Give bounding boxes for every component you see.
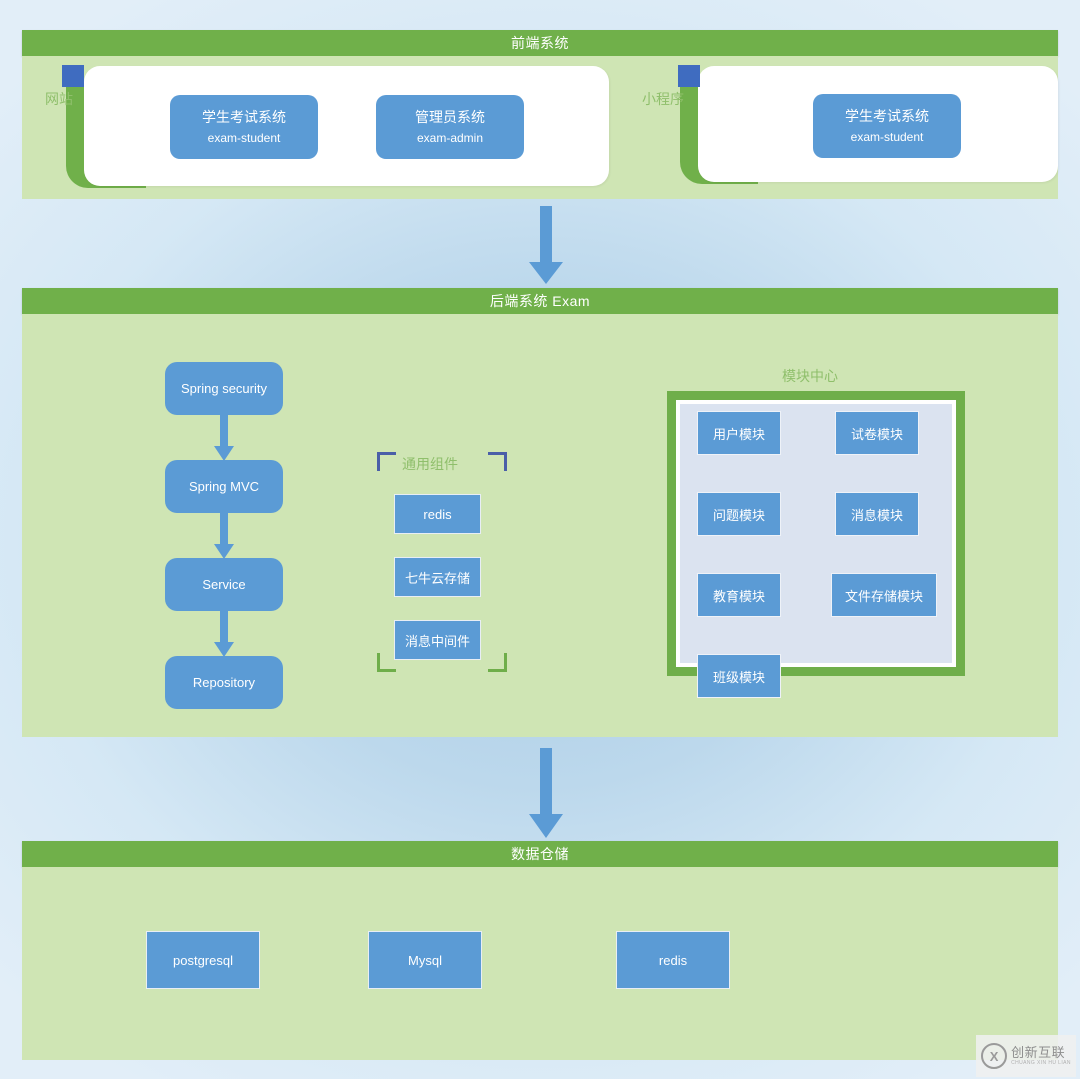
website-tab-label: 网站 <box>45 91 73 107</box>
data-warehouse-section: 数据仓储 postgresql Mysql redis <box>22 841 1058 1060</box>
app-box-subtitle: exam-student <box>207 131 281 145</box>
website-tab-square-icon <box>62 65 84 87</box>
component-box-redis[interactable]: redis <box>394 494 481 534</box>
flow-arrow-3 <box>213 611 235 659</box>
component-box-message-middleware[interactable]: 消息中间件 <box>394 620 481 660</box>
db-box-label: postgresql <box>173 952 233 968</box>
flow-box-spring-mvc[interactable]: Spring MVC <box>165 460 283 513</box>
module-center-panel: 用户模块 问题模块 教育模块 班级模块 试卷模块 消息模块 文件存储模块 <box>676 400 956 698</box>
module-box-message[interactable]: 消息模块 <box>835 492 919 536</box>
app-box-title: 学生考试系统 <box>845 108 929 124</box>
frontend-group-website: 网站 学生考试系统 exam-student 管理员系统 exam-admin <box>22 56 612 199</box>
watermark-text: 创新互联 CHUANG XIN HU LIAN <box>1011 1046 1071 1066</box>
bracket-top-right-icon <box>488 452 507 471</box>
frontend-section: 前端系统 网站 学生考试系统 exam-student 管理员系统 exam-a… <box>22 30 1058 199</box>
diagram-canvas: 前端系统 网站 学生考试系统 exam-student 管理员系统 exam-a… <box>0 0 1080 1079</box>
module-box-exam-paper[interactable]: 试卷模块 <box>835 411 919 455</box>
common-components-title: 通用组件 <box>402 456 458 472</box>
watermark: X 创新互联 CHUANG XIN HU LIAN <box>976 1035 1076 1077</box>
app-box-exam-student-mini[interactable]: 学生考试系统 exam-student <box>813 94 961 158</box>
db-box-redis[interactable]: redis <box>616 931 730 989</box>
data-warehouse-section-body: postgresql Mysql redis <box>22 867 1058 1060</box>
module-box-label: 消息模块 <box>850 507 903 523</box>
component-box-label: 七牛云存储 <box>404 570 470 586</box>
backend-section-body: Spring security Spring MVC Service Repos… <box>22 314 1058 737</box>
flow-box-service[interactable]: Service <box>165 558 283 611</box>
module-box-class[interactable]: 班级模块 <box>697 654 781 698</box>
watermark-cn-label: 创新互联 <box>1011 1045 1066 1060</box>
down-arrow-icon <box>214 415 234 461</box>
flow-box-spring-security[interactable]: Spring security <box>165 362 283 415</box>
flow-box-repository[interactable]: Repository <box>165 656 283 709</box>
module-box-file-storage[interactable]: 文件存储模块 <box>831 573 937 617</box>
watermark-en-label: CHUANG XIN HU LIAN <box>1011 1060 1071 1066</box>
flow-box-label: Spring MVC <box>188 479 260 494</box>
frontend-section-header: 前端系统 <box>22 30 1058 56</box>
miniprogram-tab-square-icon <box>678 65 700 87</box>
down-arrow-icon <box>214 611 234 657</box>
app-box-exam-admin-web[interactable]: 管理员系统 exam-admin <box>376 95 524 159</box>
website-card: 学生考试系统 exam-student 管理员系统 exam-admin <box>84 66 609 186</box>
bracket-bottom-right-icon <box>488 653 507 672</box>
app-box-subtitle: exam-student <box>850 130 924 144</box>
app-box-title: 学生考试系统 <box>202 109 286 125</box>
app-box-subtitle: exam-admin <box>416 131 484 145</box>
down-arrow-icon <box>529 206 563 284</box>
flow-box-label: Service <box>202 577 246 592</box>
miniprogram-card: 学生考试系统 exam-student <box>698 66 1058 182</box>
db-box-mysql[interactable]: Mysql <box>368 931 482 989</box>
component-box-label: 消息中间件 <box>404 633 470 649</box>
flow-box-label: Repository <box>192 675 256 690</box>
module-center-title: 模块中心 <box>782 368 838 384</box>
data-warehouse-section-header: 数据仓储 <box>22 841 1058 867</box>
module-box-label: 教育模块 <box>712 588 765 604</box>
frontend-section-body: 网站 学生考试系统 exam-student 管理员系统 exam-admin … <box>22 56 1058 199</box>
flow-arrow-1 <box>213 415 235 463</box>
flow-arrow-2 <box>213 513 235 561</box>
module-box-label: 用户模块 <box>712 426 765 442</box>
flow-box-label: Spring security <box>181 381 267 396</box>
component-box-qiniu-storage[interactable]: 七牛云存储 <box>394 557 481 597</box>
common-components-group: 通用组件 redis 七牛云存储 消息中间件 <box>377 452 507 672</box>
app-box-title: 管理员系统 <box>415 109 485 125</box>
module-box-label: 试卷模块 <box>850 426 903 442</box>
component-box-label: redis <box>423 506 452 522</box>
backend-section: 后端系统 Exam Spring security Spring MVC Ser… <box>22 288 1058 737</box>
db-box-label: redis <box>658 952 688 968</box>
module-center-frame: 用户模块 问题模块 教育模块 班级模块 试卷模块 消息模块 文件存储模块 <box>667 391 965 698</box>
miniprogram-tab-label: 小程序 <box>642 91 684 107</box>
db-box-postgresql[interactable]: postgresql <box>146 931 260 989</box>
module-box-education[interactable]: 教育模块 <box>697 573 781 617</box>
db-box-label: Mysql <box>408 952 442 968</box>
watermark-logo-icon: X <box>981 1043 1008 1069</box>
down-arrow-icon <box>214 513 234 559</box>
arrow-backend-to-data <box>525 748 567 840</box>
module-box-label: 班级模块 <box>712 669 765 685</box>
module-box-label: 文件存储模块 <box>844 588 923 604</box>
module-box-user[interactable]: 用户模块 <box>697 411 781 455</box>
module-box-label: 问题模块 <box>712 507 765 523</box>
bracket-top-left-icon <box>377 452 396 471</box>
module-box-question[interactable]: 问题模块 <box>697 492 781 536</box>
frontend-group-miniprogram: 小程序 学生考试系统 exam-student <box>634 56 1058 199</box>
app-box-exam-student-web[interactable]: 学生考试系统 exam-student <box>170 95 318 159</box>
down-arrow-icon <box>529 748 563 838</box>
arrow-frontend-to-backend <box>525 206 567 286</box>
backend-section-header: 后端系统 Exam <box>22 288 1058 314</box>
